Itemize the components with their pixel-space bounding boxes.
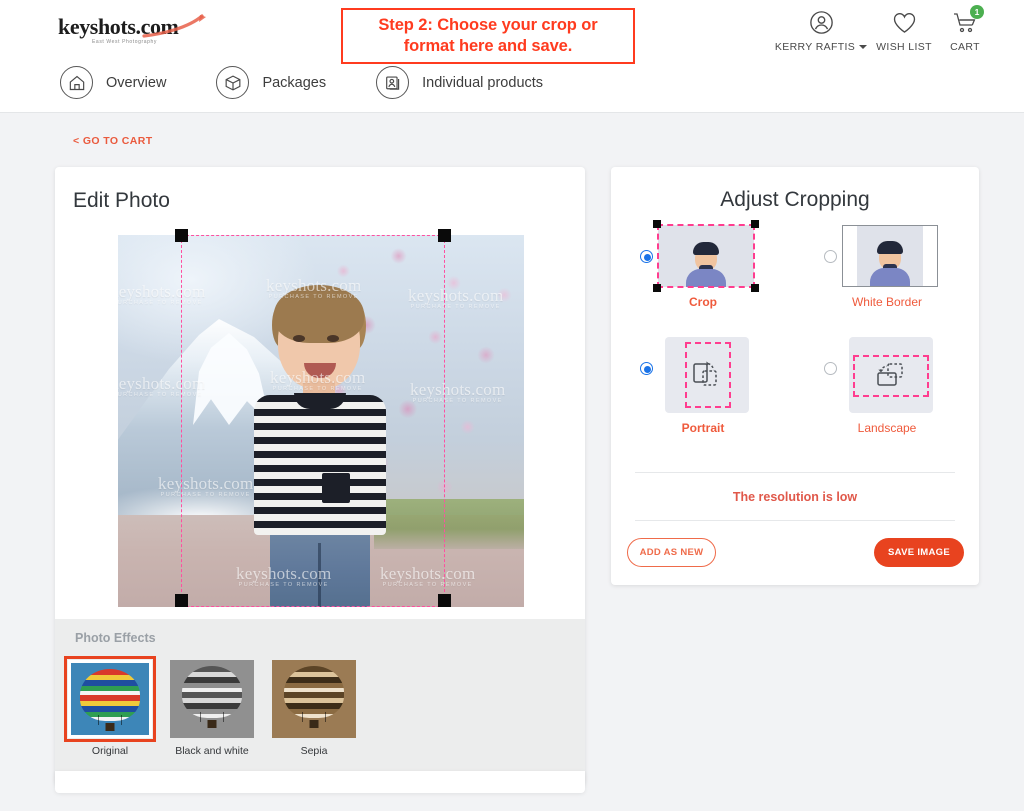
edit-photo-title: Edit Photo — [73, 189, 170, 213]
option-label-white-border: White Border — [852, 295, 922, 309]
wishlist-link[interactable]: WISH LIST — [873, 8, 935, 56]
landscape-thumbnail — [849, 337, 933, 413]
photo-effects-title: Photo Effects — [75, 631, 156, 645]
photo-effect-label: Sepia — [301, 745, 328, 757]
option-label-landscape: Landscape — [858, 421, 917, 435]
photo-effect-label: Original — [92, 745, 128, 757]
photo-effects-list: Original Black and white Sepia — [68, 660, 356, 757]
option-landscape[interactable]: Landscape — [795, 337, 979, 435]
portrait-thumbnail — [665, 337, 749, 413]
nav-item-individual-products[interactable]: Individual products — [376, 66, 543, 99]
crop-handle-bottom-left[interactable] — [175, 594, 188, 607]
radio-landscape[interactable] — [824, 362, 837, 375]
photo-canvas[interactable]: keyshots.comPURCHASE TO REMOVE keyshots.… — [118, 235, 524, 607]
nav-item-packages[interactable]: Packages — [216, 66, 326, 99]
account-menu[interactable]: KERRY RAFTIS — [767, 8, 875, 56]
portrait-stack-icon — [376, 66, 409, 99]
chevron-down-icon — [859, 45, 867, 49]
cart-link[interactable]: 1 CART — [941, 8, 989, 56]
site-header: keyshots.com East West Photography Step … — [0, 0, 1024, 113]
crop-thumbnail — [658, 225, 754, 287]
option-portrait[interactable]: Portrait — [611, 337, 795, 435]
nav-label-packages: Packages — [262, 75, 326, 91]
option-label-crop: Crop — [689, 295, 717, 309]
photo-effect-sepia[interactable]: Sepia — [272, 660, 356, 757]
crop-style-row: Crop White Border — [611, 225, 979, 309]
instruction-callout: Step 2: Choose your crop or format here … — [341, 8, 635, 64]
save-image-button[interactable]: SAVE IMAGE — [874, 538, 964, 567]
logo-tagline: East West Photography — [92, 39, 208, 45]
logo-text: keyshots.com — [58, 16, 208, 38]
option-white-border[interactable]: White Border — [795, 225, 979, 309]
option-label-portrait: Portrait — [682, 421, 725, 435]
cropping-options: Crop White Border — [611, 225, 979, 435]
divider-bottom — [635, 520, 955, 521]
nav-label-individual-products: Individual products — [422, 75, 543, 91]
add-as-new-button[interactable]: ADD AS NEW — [627, 538, 716, 567]
photo-effect-original[interactable]: Original — [68, 660, 152, 757]
orientation-row: Portrait Landscape — [611, 337, 979, 435]
go-to-cart-link[interactable]: < GO TO CART — [73, 135, 153, 147]
user-icon — [809, 8, 834, 37]
card-bottom-strip — [55, 771, 585, 793]
white-border-thumbnail — [842, 225, 938, 287]
site-logo[interactable]: keyshots.com East West Photography — [58, 16, 208, 56]
adjust-cropping-title: Adjust Cropping — [611, 188, 979, 212]
rotate-landscape-icon — [874, 360, 908, 390]
photo-grass — [374, 499, 524, 549]
account-label: KERRY RAFTIS — [775, 41, 867, 53]
cart-count-badge: 1 — [970, 5, 984, 19]
callout-line-2: format here and save. — [404, 37, 572, 55]
resolution-warning: The resolution is low — [611, 490, 979, 504]
nav-label-overview: Overview — [106, 75, 166, 91]
home-icon — [60, 66, 93, 99]
radio-portrait[interactable] — [640, 362, 653, 375]
divider-top — [635, 472, 955, 473]
crop-handle-top-right[interactable] — [438, 229, 451, 242]
photo-effect-thumbnail — [170, 660, 254, 738]
crop-handle-bottom-right[interactable] — [438, 594, 451, 607]
callout-line-1: Step 2: Choose your crop or — [378, 16, 597, 34]
cart-label: CART — [950, 41, 980, 53]
photo-effect-label: Black and white — [175, 745, 249, 757]
photo-effect-black-and-white[interactable]: Black and white — [170, 660, 254, 757]
main-nav: Overview Packages Individual products — [60, 66, 593, 99]
option-crop[interactable]: Crop — [611, 225, 795, 309]
box-icon — [216, 66, 249, 99]
radio-crop[interactable] — [640, 250, 653, 263]
nav-item-overview[interactable]: Overview — [60, 66, 166, 99]
photo-subject-child — [246, 277, 396, 607]
rotate-portrait-icon — [690, 360, 724, 390]
cart-icon: 1 — [952, 8, 978, 37]
crop-handle-top-left[interactable] — [175, 229, 188, 242]
radio-white-border[interactable] — [824, 250, 837, 263]
photo-effect-thumbnail — [68, 660, 152, 738]
wishlist-label: WISH LIST — [876, 41, 932, 53]
heart-icon — [892, 8, 917, 37]
photo-effect-thumbnail — [272, 660, 356, 738]
